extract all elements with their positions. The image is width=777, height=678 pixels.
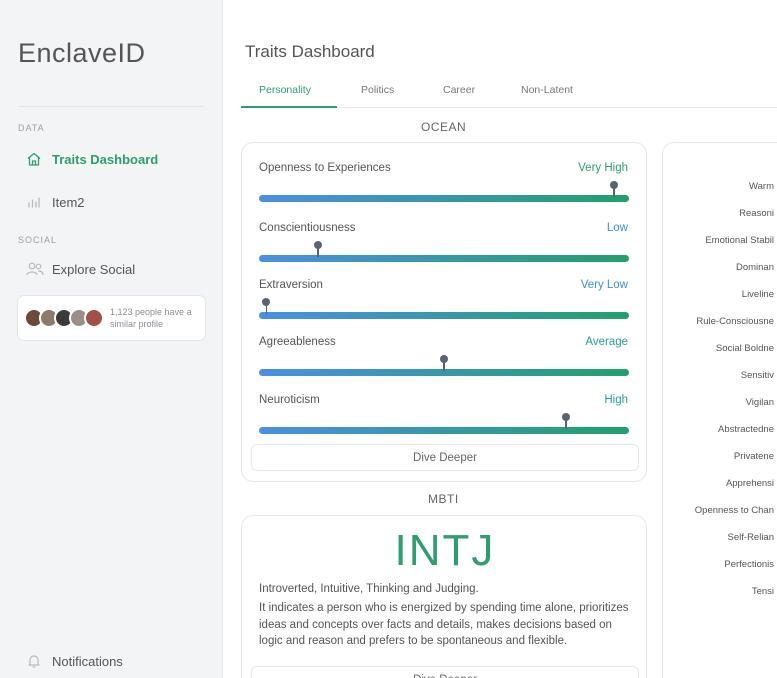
trait-level: Average [585, 336, 628, 348]
trait-bar [259, 312, 629, 319]
sidebar-item-label: Notifications [52, 653, 123, 669]
sidebar-item-notifications[interactable]: Notifications [26, 650, 123, 672]
sidebar-item-explore-social[interactable]: Explore Social [26, 258, 135, 280]
bar-chart-icon [26, 194, 42, 210]
mbti-type: INTJ [394, 526, 496, 575]
factor-label: Social Boldne [715, 343, 774, 354]
factor-label: Abstractedne [718, 424, 774, 435]
trait-bar [259, 195, 629, 202]
factor-label: Sensitiv [740, 370, 774, 381]
trait-marker [610, 181, 619, 189]
mbti-section-title: MBTI [428, 492, 459, 506]
factor-label: Rule-Consciousne [696, 316, 774, 327]
factor-label: Tensi [751, 586, 774, 597]
ocean-section-title: OCEAN [421, 120, 467, 134]
section-label-social: SOCIAL [18, 235, 58, 245]
mbti-dive-deeper-button[interactable]: Dive Deeper [251, 666, 639, 678]
tab-politics[interactable]: Politics [361, 84, 394, 96]
factor-label: Liveline [741, 289, 774, 300]
mbti-description: It indicates a person who is energized b… [259, 602, 629, 647]
trait-level: Very High [578, 162, 628, 174]
mbti-card: INTJ Introverted, Intuitive, Thinking an… [241, 515, 647, 678]
sidebar-item-label: Item2 [52, 194, 85, 210]
trait-level: Low [606, 222, 628, 234]
mbti-summary: Introverted, Intuitive, Thinking and Jud… [259, 583, 479, 595]
factor-label: Apprehensi [725, 478, 774, 489]
similar-profiles-card[interactable]: 1,123 people have a similar profile [17, 295, 206, 341]
trait-bar [259, 427, 629, 434]
sidebar: EnclaveID DATA Traits Dashboard Item2 SO… [0, 0, 223, 678]
ocean-dive-deeper-button[interactable]: Dive Deeper [251, 444, 639, 471]
factor-label: Dominan [735, 262, 774, 273]
trait-level: Very Low [580, 279, 628, 291]
trait-marker [314, 241, 323, 249]
factor-label: Reasoni [739, 208, 774, 219]
avatar [84, 308, 104, 328]
home-icon [26, 151, 42, 167]
bell-icon [26, 653, 42, 669]
avatar-group [24, 308, 104, 328]
trait-level: High [604, 394, 628, 406]
trait-marker [562, 413, 571, 421]
trait-marker [440, 355, 448, 363]
trait-name: Agreeableness [259, 336, 336, 348]
factor-label: Warm [749, 181, 774, 192]
active-tab-indicator [241, 106, 337, 108]
trait-marker [262, 298, 271, 306]
factor-label: Self-Relian [727, 532, 774, 543]
trait-name: Conscientiousness [259, 222, 356, 234]
section-label-data: DATA [18, 123, 45, 133]
factors-card: Warm Reasoni Emotional Stabil Dominan Liveli… [662, 142, 777, 678]
tab-career[interactable]: Career [443, 84, 475, 96]
trait-name: Openness to Experiences [259, 162, 391, 174]
similar-profiles-text: 1,123 people have a similar profile [110, 307, 192, 329]
brand-logo[interactable]: EnclaveID [18, 38, 146, 69]
sidebar-item-traits-dashboard[interactable]: Traits Dashboard [26, 148, 158, 170]
sidebar-item-label: Explore Social [52, 261, 136, 277]
trait-name: Neuroticism [259, 394, 320, 406]
page-title: Traits Dashboard [245, 42, 375, 61]
trait-bar [259, 255, 629, 262]
factor-label: Openness to Chan [694, 505, 774, 516]
sidebar-item-label: Traits Dashboard [52, 151, 159, 167]
people-icon [26, 261, 44, 277]
tab-bar: Personality Politics Career Non-Latent [241, 80, 777, 108]
tab-personality[interactable]: Personality [259, 84, 311, 96]
factor-label: Privatene [733, 451, 774, 462]
factor-label: Perfectionis [724, 559, 774, 570]
sidebar-item-item2[interactable]: Item2 [26, 191, 85, 213]
factor-label: Emotional Stabil [705, 235, 774, 246]
factor-label: Vigilan [745, 397, 774, 408]
sidebar-divider [18, 106, 204, 107]
trait-name: Extraversion [259, 279, 323, 291]
tab-non-latent[interactable]: Non-Latent [521, 84, 573, 96]
ocean-card: Openness to Experiences Very High Conscien… [241, 142, 647, 482]
